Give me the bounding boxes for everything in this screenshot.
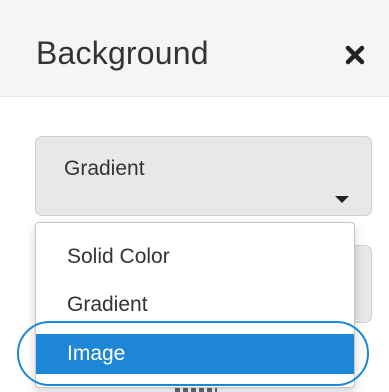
background-panel: Background Gradient Solid Color Gradient… — [0, 0, 389, 392]
background-type-select[interactable]: Gradient — [35, 136, 372, 216]
option-solid-color[interactable]: Solid Color — [36, 237, 354, 277]
close-icon[interactable] — [340, 40, 370, 70]
panel-header: Background — [0, 0, 389, 97]
option-image[interactable]: Image — [36, 334, 354, 374]
selected-value: Gradient — [64, 157, 145, 180]
panel-title: Background — [36, 35, 209, 71]
caret-down-icon — [335, 196, 349, 203]
option-gradient[interactable]: Gradient — [36, 285, 354, 325]
